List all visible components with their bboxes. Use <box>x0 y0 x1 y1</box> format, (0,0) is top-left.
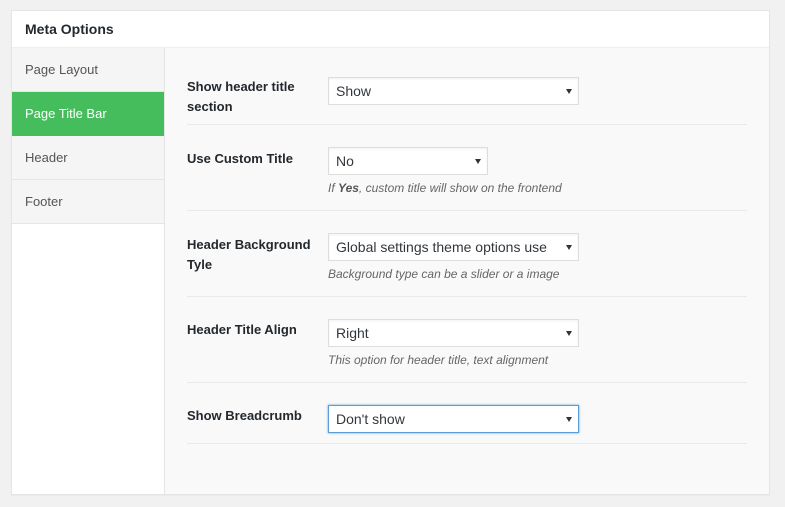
chevron-down-icon <box>475 158 481 164</box>
chevron-down-icon <box>566 330 572 336</box>
metabox-header: Meta Options <box>12 11 769 48</box>
show-breadcrumb-label: Show Breadcrumb <box>187 408 302 423</box>
metabox-body: Page Layout Page Title Bar Header Footer… <box>12 48 769 494</box>
chevron-down-icon <box>566 88 572 94</box>
tab-header[interactable]: Header <box>12 136 164 180</box>
select-value: Don't show <box>336 411 405 427</box>
header-background-type-select[interactable]: Global settings theme options use <box>328 233 579 261</box>
row-use-custom-title: Use Custom Title No If Yes, custom title… <box>187 125 747 211</box>
metabox-title: Meta Options <box>25 21 114 37</box>
tab-page-layout[interactable]: Page Layout <box>12 48 164 92</box>
use-custom-title-select[interactable]: No <box>328 147 488 175</box>
row-show-breadcrumb: Show Breadcrumb Don't show <box>187 383 747 444</box>
chevron-down-icon <box>566 416 572 422</box>
chevron-down-icon <box>566 244 572 250</box>
select-value: Global settings theme options use <box>336 239 547 255</box>
settings-panel: Show header title section Show Use Custo… <box>165 48 769 494</box>
tab-label: Footer <box>25 194 63 209</box>
desc-prefix: If <box>328 181 339 195</box>
use-custom-title-label: Use Custom Title <box>187 151 293 166</box>
desc-suffix: , custom title will show on the frontend <box>358 181 562 195</box>
tab-label: Page Layout <box>25 62 99 77</box>
show-breadcrumb-select[interactable]: Don't show <box>328 405 579 433</box>
row-header-title-align: Header Title Align Right This option for… <box>187 297 747 383</box>
row-show-header-title: Show header title section Show <box>187 48 747 125</box>
select-value: Right <box>336 325 369 341</box>
header-title-align-select[interactable]: Right <box>328 319 579 347</box>
tab-footer[interactable]: Footer <box>12 180 164 224</box>
tab-list: Page Layout Page Title Bar Header Footer <box>12 48 165 494</box>
use-custom-title-description: If Yes, custom title will show on the fr… <box>328 180 747 196</box>
header-title-align-label: Header Title Align <box>187 322 297 337</box>
meta-options-box: Meta Options Page Layout Page Title Bar … <box>11 10 770 495</box>
select-value: Show <box>336 83 372 99</box>
desc-emphasis: Yes <box>338 181 359 195</box>
show-header-title-select[interactable]: Show <box>328 77 579 105</box>
tab-page-title-bar[interactable]: Page Title Bar <box>12 92 164 136</box>
tab-label: Page Title Bar <box>25 106 107 121</box>
select-value: No <box>336 153 354 169</box>
tab-label: Header <box>25 150 68 165</box>
row-header-background-type: Header Background Tyle Global settings t… <box>187 211 747 297</box>
header-title-align-description: This option for header title, text align… <box>328 353 549 367</box>
header-background-type-description: Background type can be a slider or a ima… <box>328 267 560 281</box>
header-background-type-label: Header Background Tyle <box>187 237 311 272</box>
show-header-title-label: Show header title section <box>187 79 295 114</box>
